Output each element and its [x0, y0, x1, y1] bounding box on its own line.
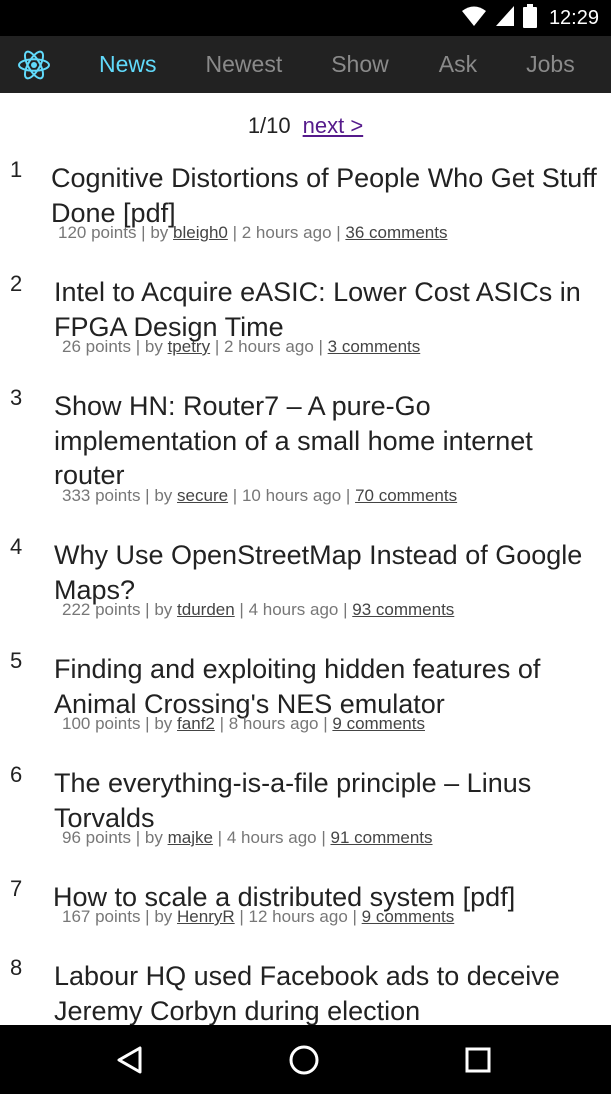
story-rank: 7 [10, 876, 23, 901]
story-author-link[interactable]: tdurden [177, 600, 235, 619]
story-meta: 100 points | by fanf2 | 8 hours ago | 9 … [62, 714, 425, 733]
story-points: 96 points [62, 828, 131, 847]
story-title[interactable]: Show HN: Router7 – A pure-Go implementat… [54, 389, 597, 493]
status-icons: 12:29 [461, 3, 599, 33]
story-rank: 6 [10, 762, 23, 787]
status-time: 12:29 [548, 6, 599, 29]
story-title[interactable]: Why Use OpenStreetMap Instead of Google … [54, 538, 597, 607]
story-list: 1/10 next > 1 Cognitive Distortions of Pe… [0, 93, 611, 1025]
story-age: 4 hours ago [248, 600, 339, 619]
story-meta: 96 points | by majke | 4 hours ago | 91 … [62, 828, 433, 847]
signal-icon [495, 5, 515, 32]
story-rank: 4 [10, 534, 23, 559]
react-atom-icon[interactable] [0, 36, 68, 93]
story-points: 222 points [62, 600, 141, 619]
story-comments-link[interactable]: 9 comments [362, 907, 455, 926]
tab-show[interactable]: Show [331, 36, 389, 93]
story-comments-link[interactable]: 91 comments [330, 828, 432, 847]
story-points: 120 points [58, 223, 137, 242]
story-rank: 2 [10, 271, 23, 296]
story-comments-link[interactable]: 70 comments [355, 486, 457, 505]
story-meta: 26 points | by tpetry | 2 hours ago | 3 … [62, 337, 421, 356]
story-meta: 120 points | by bleigh0 | 2 hours ago | … [58, 223, 448, 242]
story-points: 167 points [62, 907, 141, 926]
story-age: 2 hours ago [223, 337, 314, 356]
tab-jobs[interactable]: Jobs [526, 36, 575, 93]
story-age: 10 hours ago [241, 486, 342, 505]
story-comments-link[interactable]: 93 comments [352, 600, 454, 619]
story-author-link[interactable]: bleigh0 [173, 223, 228, 242]
battery-icon [522, 3, 537, 33]
story-by: by [150, 223, 169, 242]
story-age: 8 hours ago [228, 714, 319, 733]
story-age: 4 hours ago [226, 828, 317, 847]
nav-tabs: News Newest Show Ask Jobs [68, 36, 575, 93]
top-navbar: News Newest Show Ask Jobs [0, 36, 611, 93]
next-page-link[interactable]: next > [303, 113, 364, 138]
story-author-link[interactable]: secure [177, 486, 228, 505]
story-points: 333 points [62, 486, 141, 505]
story-title[interactable]: Finding and exploiting hidden features o… [54, 652, 597, 721]
story-author-link[interactable]: majke [168, 828, 213, 847]
story-rank: 3 [10, 385, 23, 410]
story-comments-link[interactable]: 3 comments [328, 337, 421, 356]
story-rank: 5 [10, 648, 23, 673]
story-points: 26 points [62, 337, 131, 356]
system-nav-bar [0, 1025, 611, 1094]
story-by: by [144, 828, 163, 847]
story-by: by [144, 337, 163, 356]
story-author-link[interactable]: HenryR [177, 907, 235, 926]
story-title[interactable]: The everything-is-a-file principle – Lin… [54, 766, 597, 835]
story-points: 100 points [62, 714, 141, 733]
tab-newest[interactable]: Newest [206, 36, 283, 93]
home-icon[interactable] [268, 1025, 340, 1094]
story-author-link[interactable]: tpetry [168, 337, 211, 356]
story-comments-link[interactable]: 9 comments [332, 714, 425, 733]
story-age: 12 hours ago [248, 907, 348, 926]
story-comments-link[interactable]: 36 comments [345, 223, 447, 242]
story-meta: 222 points | by tdurden | 4 hours ago | … [62, 600, 455, 619]
tab-news[interactable]: News [99, 36, 157, 93]
story-by: by [154, 600, 173, 619]
story-meta: 167 points | by HenryR | 12 hours ago | … [62, 907, 455, 926]
story-rank: 8 [10, 955, 23, 980]
back-icon[interactable] [94, 1025, 166, 1094]
story-by: by [154, 907, 173, 926]
pager: 1/10 next > [0, 111, 611, 141]
story-author-link[interactable]: fanf2 [177, 714, 215, 733]
story-by: by [154, 714, 173, 733]
story-title[interactable]: Intel to Acquire eASIC: Lower Cost ASICs… [54, 275, 597, 344]
page-indicator: 1/10 [247, 113, 291, 138]
story-by: by [154, 486, 173, 505]
wifi-icon [461, 5, 487, 32]
story-title[interactable]: Cognitive Distortions of People Who Get … [51, 161, 597, 230]
story-age: 2 hours ago [241, 223, 332, 242]
story-meta: 333 points | by secure | 10 hours ago | … [62, 486, 458, 505]
story-title[interactable]: Labour HQ used Facebook ads to deceive J… [54, 959, 597, 1025]
tab-ask[interactable]: Ask [439, 36, 477, 93]
status-bar: 12:29 [0, 0, 611, 36]
story-rank: 1 [10, 157, 23, 182]
recents-icon[interactable] [442, 1025, 514, 1094]
